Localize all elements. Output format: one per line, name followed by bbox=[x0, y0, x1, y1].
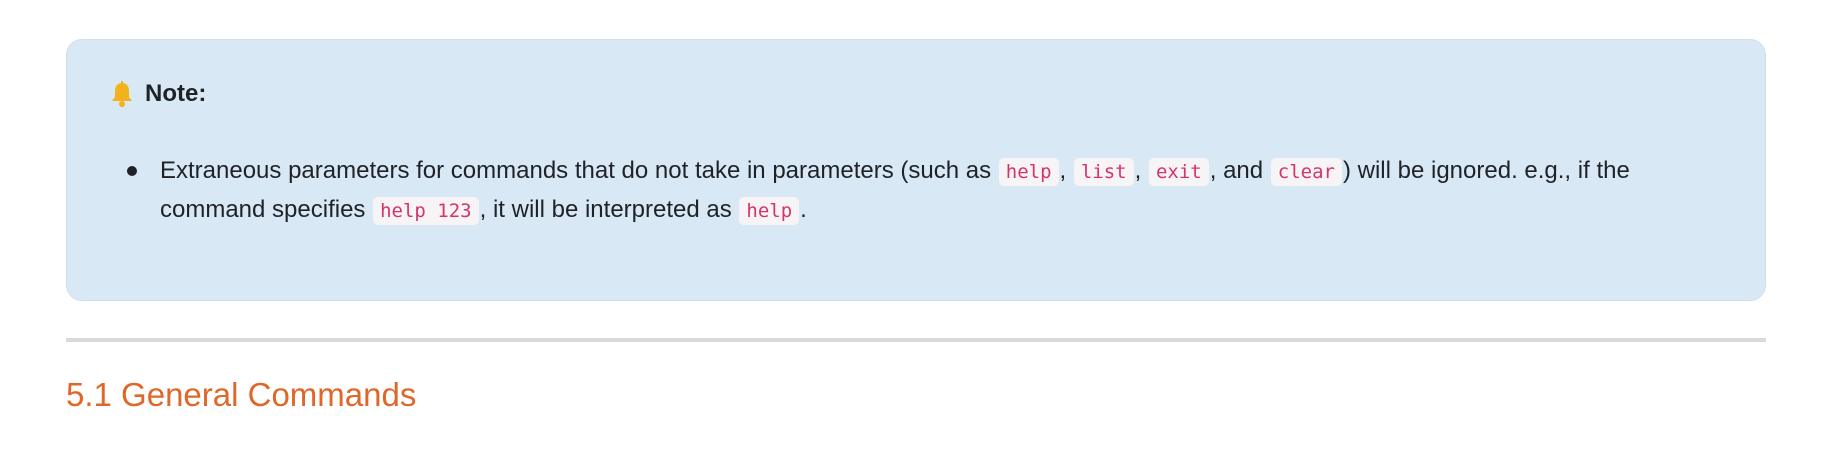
section-divider bbox=[66, 338, 1766, 342]
bell-icon bbox=[109, 80, 135, 108]
code-help-123: help 123 bbox=[373, 197, 479, 225]
note-header: Note: bbox=[109, 80, 206, 108]
code-clear: clear bbox=[1270, 158, 1342, 186]
note-list: Extraneous parameters for commands that … bbox=[127, 152, 1717, 230]
code-help: help bbox=[998, 158, 1059, 186]
page: Note: Extraneous parameters for commands… bbox=[0, 0, 1836, 452]
note-title: Note: bbox=[145, 80, 207, 107]
note-text: , bbox=[1134, 157, 1148, 184]
note-text: , bbox=[1059, 157, 1073, 184]
bullet bbox=[127, 166, 137, 176]
note-text: . bbox=[800, 196, 807, 223]
code-help: help bbox=[739, 197, 800, 225]
note-text: , it will be interpreted as bbox=[479, 196, 739, 223]
note-text: Extraneous parameters for commands that … bbox=[160, 157, 998, 184]
code-list: list bbox=[1073, 158, 1134, 186]
list-item: Extraneous parameters for commands that … bbox=[127, 152, 1717, 230]
section-heading: 5.1 General Commands bbox=[66, 376, 417, 413]
note-callout: Note: Extraneous parameters for commands… bbox=[66, 39, 1766, 301]
code-exit: exit bbox=[1148, 158, 1209, 186]
note-text: , and bbox=[1209, 157, 1270, 184]
